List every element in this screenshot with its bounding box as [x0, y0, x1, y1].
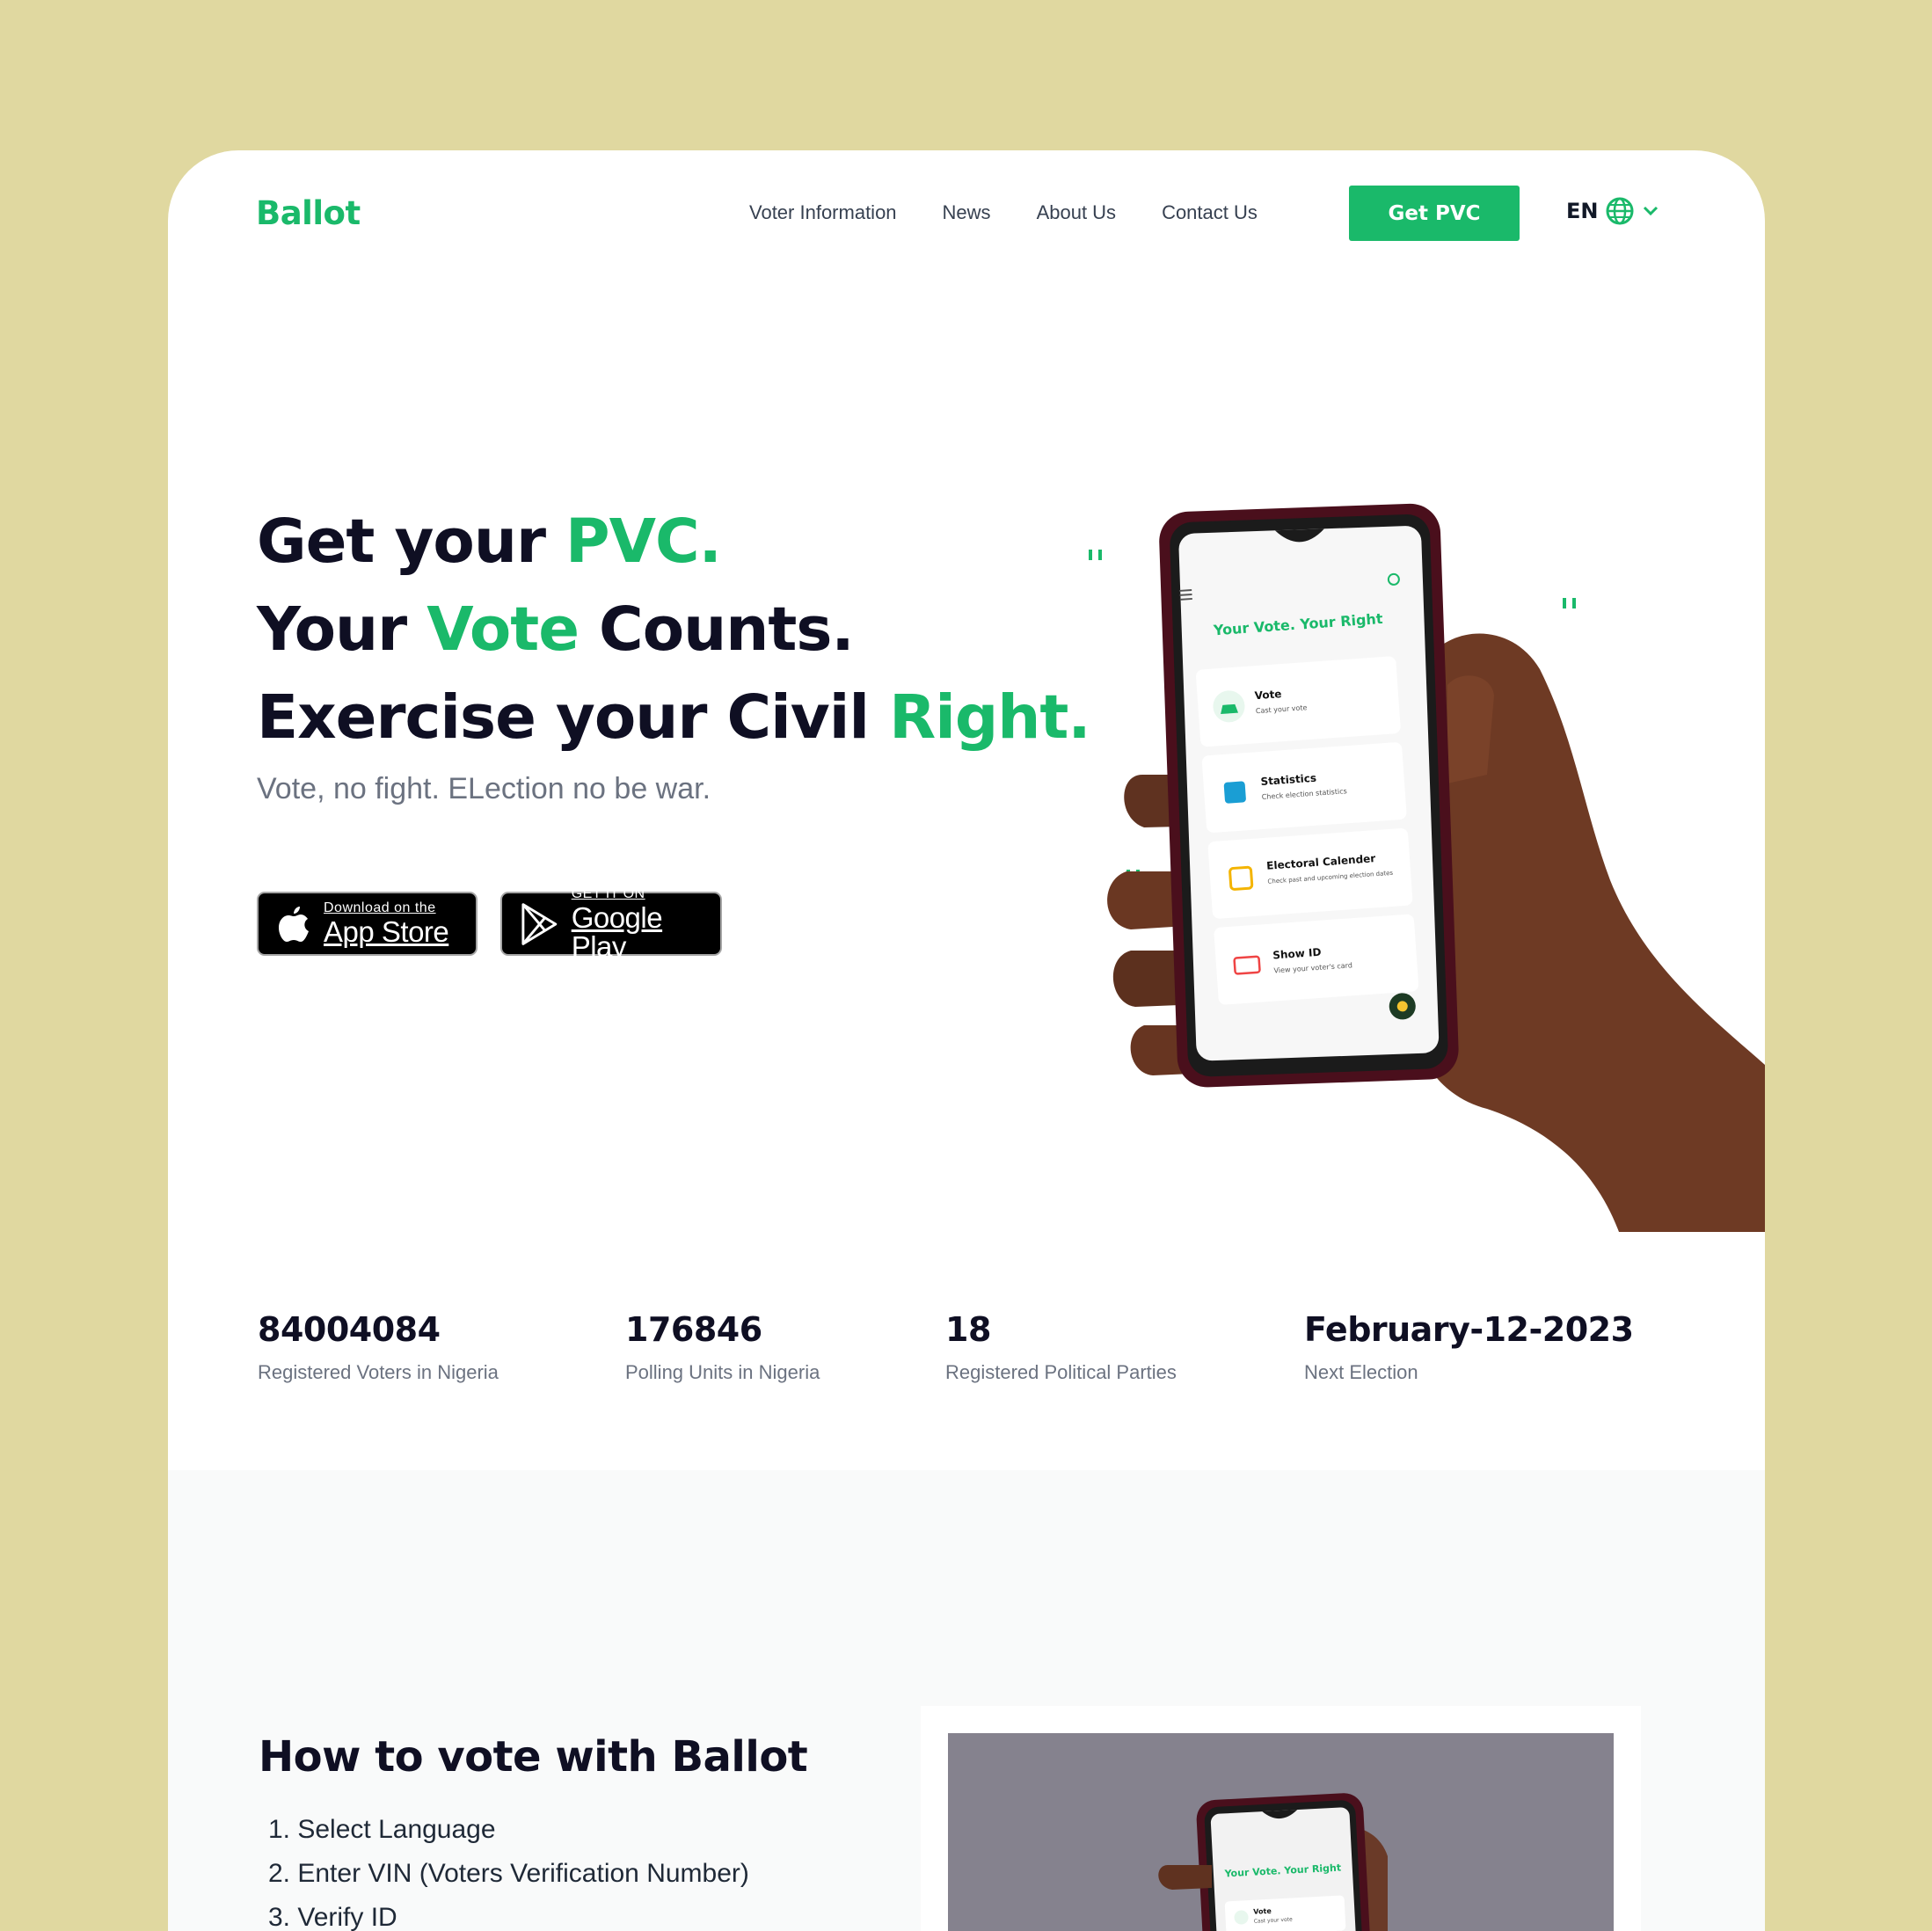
language-selector[interactable]: EN: [1566, 196, 1659, 226]
howto-video[interactable]: Your Vote. Your Right Vote Cast your vot…: [948, 1733, 1614, 1931]
hero-line-3: Exercise your Civil Right.: [257, 682, 1091, 753]
apple-icon: [279, 906, 309, 942]
nav-link-contact-us[interactable]: Contact Us: [1162, 201, 1258, 224]
landing-page-frame: Ballot Voter Information News About Us C…: [168, 150, 1765, 1931]
app-store-big-text: App Store: [324, 915, 449, 948]
howto-steps: 1. Select Language 2. Enter VIN (Voters …: [268, 1815, 749, 1931]
nav-link-about-us[interactable]: About Us: [1037, 201, 1117, 224]
language-code: EN: [1566, 199, 1599, 223]
google-play-big-text: Google Play: [571, 900, 663, 963]
app-store-button[interactable]: Download on the App Store: [257, 892, 478, 956]
nav-link-voter-information[interactable]: Voter Information: [749, 201, 897, 224]
bar-chart-icon: [1223, 781, 1246, 804]
phone-menu-item: Electoral Calender Check past and upcomi…: [1207, 828, 1413, 919]
stat-next-election: February-12-2023 Next Election: [1304, 1310, 1634, 1383]
howto-step: 1. Select Language: [268, 1815, 496, 1844]
howto-title: How to vote with Ballot: [259, 1732, 808, 1782]
google-play-small-text: GET IT ON: [571, 885, 645, 901]
phone-menu-item: Vote Cast your vote: [1196, 656, 1401, 747]
get-pvc-button[interactable]: Get PVC: [1349, 186, 1520, 241]
stat-registered-voters: 84004084 Registered Voters in Nigeria: [258, 1310, 499, 1383]
phone-menu-item: Statistics Check election statistics: [1201, 742, 1407, 833]
hero-phone-illustration: Your Vote. Your Right Vote Cast your vot…: [1047, 405, 1765, 1232]
svg-text:Vote: Vote: [1253, 1907, 1272, 1916]
howto-step: 2. Enter VIN (Voters Verification Number…: [268, 1859, 749, 1888]
hero-subtitle: Vote, no fight. ELection no be war.: [257, 772, 711, 805]
main-nav: Voter Information News About Us Contact …: [749, 201, 1258, 224]
play-icon: [521, 902, 558, 945]
phone-menu-item: Show ID View your voter's card: [1214, 914, 1419, 1005]
globe-icon: [1606, 197, 1634, 225]
hero-line-2: Your Vote Counts.: [257, 594, 855, 665]
brand-logo[interactable]: Ballot: [256, 194, 361, 232]
chevron-down-icon: [1644, 206, 1659, 216]
app-store-small-text: Download on the: [324, 900, 436, 915]
stat-polling-units: 176846 Polling Units in Nigeria: [625, 1310, 820, 1383]
nav-link-news[interactable]: News: [943, 201, 991, 224]
svg-text:Vote: Vote: [1254, 688, 1282, 702]
howto-step: 3. Verify ID: [268, 1903, 397, 1931]
hero-line-1: Get your PVC.: [257, 506, 722, 577]
howto-phone-image: Your Vote. Your Right Vote Cast your vot…: [1158, 1793, 1388, 1931]
stat-political-parties: 18 Registered Political Parties: [945, 1310, 1177, 1383]
hero-headline: Get your PVC. Your Vote Counts. Exercise…: [257, 498, 1091, 761]
menu-icon: [1179, 588, 1192, 601]
google-play-button[interactable]: GET IT ON Google Play: [500, 886, 722, 961]
hand-holding-phone-image: Your Vote. Your Right Vote Cast your vot…: [1107, 503, 1765, 1232]
